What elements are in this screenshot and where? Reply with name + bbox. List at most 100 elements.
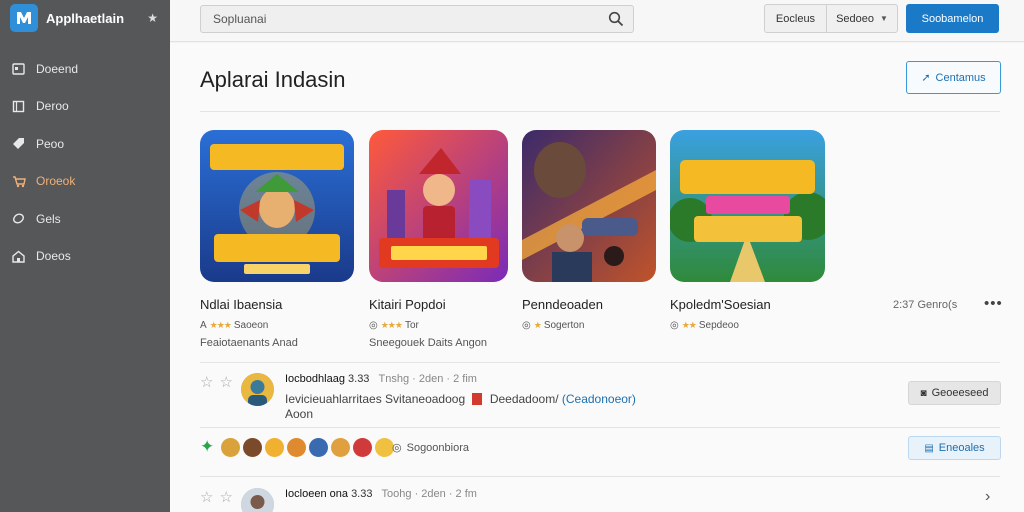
sidebar-item-label: Doeend <box>36 61 79 76</box>
segment-dropdown-label: Sedoeo <box>836 12 874 25</box>
flag-icon <box>472 393 483 405</box>
review-time: Tnshg · 2den · 2 fim <box>378 373 477 385</box>
review-body-line2: Aoon <box>285 407 314 421</box>
divider <box>200 362 1000 363</box>
outline-action-button[interactable]: ➚ Centamus <box>906 61 1001 94</box>
sidebar-brand: Applhaetlain ★ <box>0 0 170 36</box>
reactions-button-label: Eneoales <box>938 442 985 454</box>
leaf-icon <box>11 211 26 226</box>
main-content: Aplarai Indasin ➚ Centamus Ndlai Ibaensi… <box>170 43 1024 512</box>
reaction-emoji[interactable] <box>287 437 307 457</box>
app-tile-1[interactable] <box>200 130 354 282</box>
review-text: Ievicieuahlarritaes Svitaneoadoog Deedad… <box>285 392 636 406</box>
inbox-icon: ▤ <box>924 442 934 454</box>
app-title[interactable]: Ndlai Ibaensia <box>200 297 282 312</box>
review-score: 3.33 <box>348 373 370 385</box>
sidebar-item-label: Doeos <box>36 249 71 264</box>
app-rating: A ★★★ Saoeon <box>200 320 268 331</box>
circle-icon: ◎ <box>522 320 531 331</box>
circle-icon: ◎ <box>670 320 679 331</box>
tag-icon <box>11 136 26 151</box>
reaction-emoji[interactable] <box>243 437 263 457</box>
app-window: Applhaetlain ★ Doeend Deroo Peoo Oroeok <box>0 0 1024 512</box>
more-options-icon[interactable]: ••• <box>984 295 1003 312</box>
review-item: ☆☆ Iocbodhlaag 3.33 Tnshg · 2den · 2 fim… <box>200 371 1001 423</box>
game-art-shooter <box>522 130 656 282</box>
reactions-row: ✦ <box>200 435 395 459</box>
sidebar-item-peoo[interactable]: Peoo <box>0 125 170 163</box>
review-item: ☆☆ Iocloeen ona 3.33 Toohg · 2den · 2 fm <box>200 486 1000 512</box>
top-bar: Eocleus Sedoeo ▼ Soobamelon <box>170 0 1024 42</box>
reaction-emoji[interactable] <box>265 437 285 457</box>
page-title: Aplarai Indasin <box>200 67 346 92</box>
app-tile-3[interactable] <box>522 130 656 282</box>
sidebar-item-deroo[interactable]: Deroo <box>0 88 170 126</box>
rating-stars: ★★★ <box>380 320 403 330</box>
sidebar-nav: Doeend Deroo Peoo Oroeok Gels Doeos <box>0 50 170 275</box>
app-tile-4[interactable] <box>670 130 825 282</box>
review-action-label: Geoeeseed <box>931 387 989 399</box>
reviewer-name[interactable]: Iocloeen ona <box>285 488 348 500</box>
review-action-button[interactable]: ◙ Geoeeseed <box>908 381 1001 405</box>
sidebar-item-doeos[interactable]: Doeos <box>0 238 170 276</box>
reaction-emoji[interactable] <box>309 437 329 457</box>
star-icon[interactable]: ★ <box>147 11 158 25</box>
reaction-emoji[interactable] <box>353 437 373 457</box>
sidebar: Applhaetlain ★ Doeend Deroo Peoo Oroeok <box>0 0 170 512</box>
reactions-button[interactable]: ▤ Eneoales <box>908 436 1001 460</box>
rating-label: Sepdeoo <box>698 320 739 331</box>
app-tile-2[interactable] <box>369 130 508 282</box>
rating-stars: ★★ <box>681 320 697 330</box>
rating-label: Saoeon <box>233 320 269 331</box>
game-art-castle <box>670 130 825 282</box>
calendar-icon <box>11 61 26 76</box>
rating-label: Sogerton <box>543 320 585 331</box>
sidebar-item-oroeok[interactable]: Oroeok <box>0 163 170 201</box>
sidebar-item-doeend[interactable]: Doeend <box>0 50 170 88</box>
avatar[interactable] <box>241 488 274 512</box>
app-title[interactable]: Penndeoaden <box>522 297 603 312</box>
sidebar-item-gels[interactable]: Gels <box>0 200 170 238</box>
app-logo-icon[interactable] <box>10 4 38 32</box>
reaction-emoji[interactable] <box>221 437 241 457</box>
app-rating: ◎ ★ Sogerton <box>522 320 584 331</box>
app-title[interactable]: Kitairi Popdoi <box>369 297 446 312</box>
game-art-pirate <box>369 130 508 282</box>
green-star-icon[interactable]: ✦ <box>200 437 214 457</box>
app-rating: ◎ ★★★ Tor <box>369 320 419 331</box>
cart-icon <box>11 174 26 189</box>
review-body: Ievicieuahlarritaes Svitaneoadoog <box>285 392 466 406</box>
search-icon[interactable] <box>599 6 633 32</box>
arrow-icon: ➚ <box>921 72 931 84</box>
avatar[interactable] <box>241 373 274 406</box>
search-input[interactable] <box>201 6 599 32</box>
primary-action-button[interactable]: Soobamelon <box>906 4 999 33</box>
camera-icon: ◙ <box>920 387 927 399</box>
app-title[interactable]: Kpoledm'Soesian <box>670 297 771 312</box>
divider <box>200 111 1000 112</box>
home-icon <box>11 249 26 264</box>
segment-left-button[interactable]: Eocleus <box>765 5 827 32</box>
sidebar-item-label: Gels <box>36 211 61 226</box>
app-name: Applhaetlain <box>46 10 125 26</box>
review-tag: Deedadoom/ <box>489 392 559 406</box>
review-time: Toohg · 2den · 2 fm <box>381 488 477 500</box>
game-art-hero <box>200 130 354 282</box>
app-rating: ◎ ★★ Sepdeoo <box>670 320 739 331</box>
rating-label: Tor <box>404 320 419 331</box>
divider <box>200 476 1000 477</box>
search-box <box>200 5 634 33</box>
review-link[interactable]: (Ceadonoeor) <box>562 392 636 406</box>
rating-stars-empty[interactable]: ☆☆ <box>200 488 239 506</box>
review-header: Iocbodhlaag 3.33 Tnshg · 2den · 2 fim <box>285 373 477 385</box>
chevron-right-icon[interactable]: › <box>985 488 990 506</box>
sidebar-item-label: Oroeok <box>36 174 76 189</box>
label-icon: A <box>200 320 207 331</box>
apps-meta: 2:37 Genro(s <box>893 299 958 311</box>
reactions-label-text: Sogoonbiora <box>406 441 469 454</box>
segment-dropdown[interactable]: Sedoeo ▼ <box>827 5 897 32</box>
app-subtitle: Sneegouek Daits Angon <box>369 337 488 349</box>
reviewer-name[interactable]: Iocbodhlaag <box>285 373 345 385</box>
rating-stars-empty[interactable]: ☆☆ <box>200 373 239 391</box>
reaction-emoji[interactable] <box>331 437 351 457</box>
